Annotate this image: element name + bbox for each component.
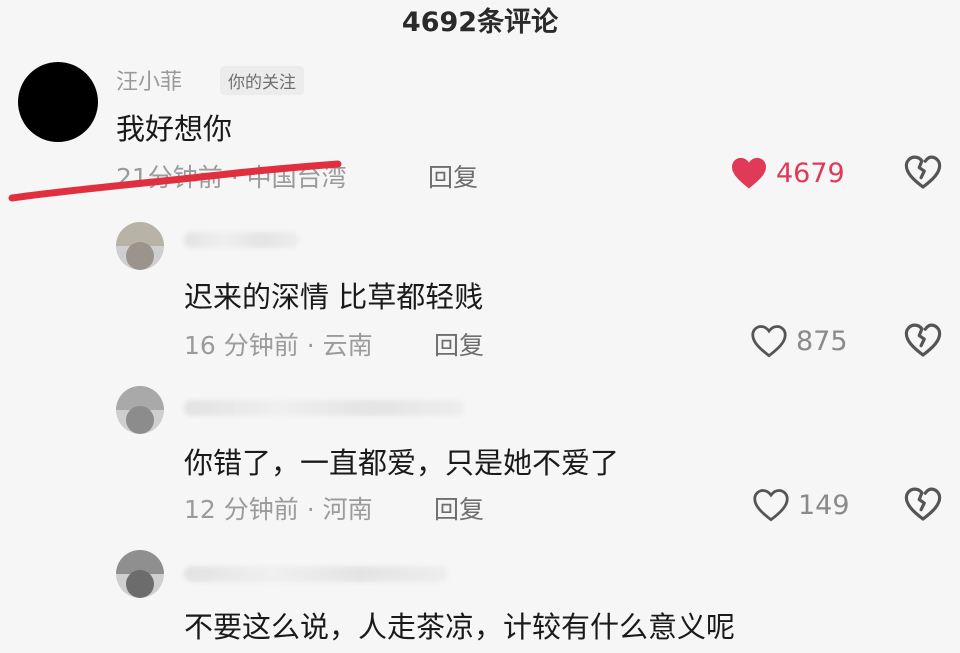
comment-text: 你错了，一直都爱，只是她不爱了 bbox=[184, 446, 620, 480]
reply-button[interactable]: 回复 bbox=[434, 326, 484, 362]
broken-heart-icon bbox=[904, 155, 942, 189]
reply-item: 不要这么说，人走茶凉，计较有什么意义呢 bbox=[0, 550, 960, 653]
comment-meta: 12 分钟前 · 河南 bbox=[184, 495, 373, 524]
dislike-button[interactable] bbox=[904, 154, 942, 194]
reply-item: 迟来的深情 比草都轻贱 16 分钟前 · 云南 回复 875 bbox=[0, 222, 960, 372]
like-button[interactable]: 4679 bbox=[730, 156, 845, 190]
following-badge: 你的关注 bbox=[220, 66, 304, 95]
avatar[interactable] bbox=[116, 222, 164, 270]
like-count: 4679 bbox=[776, 157, 845, 189]
avatar[interactable] bbox=[116, 550, 164, 598]
comment-meta: 16 分钟前 · 云南 bbox=[184, 331, 373, 360]
heart-outline-icon bbox=[751, 325, 787, 358]
reply-button[interactable]: 回复 bbox=[428, 158, 478, 194]
blurred-username bbox=[184, 566, 448, 582]
comment-item: 汪小菲 你的关注 我好想你 21分钟前 · 中国台湾 回复 4679 bbox=[0, 62, 960, 212]
reply-button[interactable]: 回复 bbox=[434, 490, 484, 526]
blurred-username bbox=[184, 400, 464, 416]
like-button[interactable]: 149 bbox=[752, 488, 850, 522]
like-count: 149 bbox=[798, 489, 850, 521]
like-button[interactable]: 875 bbox=[750, 324, 848, 358]
broken-heart-icon bbox=[904, 487, 942, 521]
avatar[interactable] bbox=[116, 386, 164, 434]
dislike-button[interactable] bbox=[904, 486, 942, 526]
heart-outline-icon bbox=[753, 489, 789, 522]
reply-item: 你错了，一直都爱，只是她不爱了 12 分钟前 · 河南 回复 149 bbox=[0, 386, 960, 536]
broken-heart-icon bbox=[904, 323, 942, 357]
comment-text: 迟来的深情 比草都轻贱 bbox=[184, 280, 484, 314]
heart-filled-icon bbox=[732, 157, 766, 189]
comment-author[interactable]: 汪小菲 bbox=[116, 64, 182, 96]
blurred-username bbox=[184, 232, 300, 248]
comment-text: 我好想你 bbox=[116, 112, 233, 146]
comments-count-title: 4692条评论 bbox=[401, 7, 559, 38]
like-count: 875 bbox=[796, 325, 848, 357]
avatar[interactable] bbox=[18, 62, 98, 142]
comment-text: 不要这么说，人走茶凉，计较有什么意义呢 bbox=[184, 610, 736, 644]
dislike-button[interactable] bbox=[904, 322, 942, 362]
comment-meta: 21分钟前 · 中国台湾 bbox=[116, 163, 347, 192]
